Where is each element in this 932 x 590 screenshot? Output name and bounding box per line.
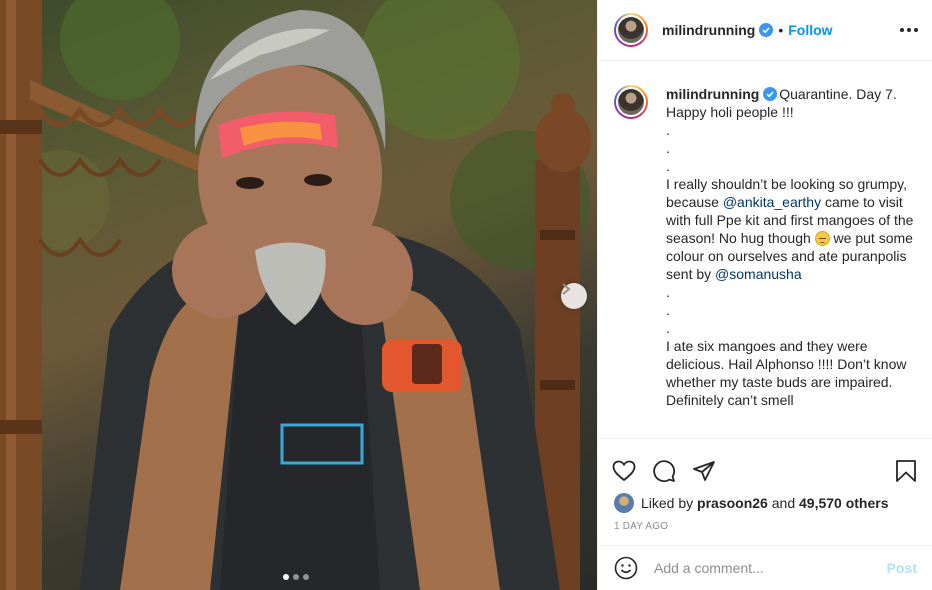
carousel-dot: [293, 574, 299, 580]
caption-author-avatar[interactable]: [614, 85, 648, 119]
mention-link[interactable]: @ankita_earthy: [723, 194, 821, 210]
post-actions-area: Liked by prasoon26 and 49,570 others 1 D…: [598, 438, 932, 539]
disappointed-face-emoji: [814, 231, 830, 246]
author-username[interactable]: milindrunning: [662, 22, 755, 38]
liked-by-prefix: Liked by: [641, 495, 694, 511]
post-details-panel: milindrunning • Follow milindrunning Qua…: [597, 0, 932, 590]
mention-link[interactable]: @somanusha: [715, 266, 802, 282]
caption-author-avatar-image: [618, 89, 644, 115]
author-avatar-image: [618, 17, 644, 43]
post-photo[interactable]: [0, 0, 597, 590]
bookmark-icon: [896, 460, 916, 482]
caption-row: milindrunning Quarantine. Day 7. Happy h…: [614, 85, 917, 409]
author-avatar[interactable]: [614, 13, 648, 47]
caption-username[interactable]: milindrunning: [666, 86, 759, 102]
comment-button[interactable]: [652, 459, 676, 483]
carousel-next-button[interactable]: [561, 283, 587, 309]
carousel-dot-active: [283, 574, 289, 580]
post-caption: milindrunning Quarantine. Day 7. Happy h…: [666, 85, 916, 409]
post-header: milindrunning • Follow: [598, 0, 932, 61]
save-button[interactable]: [895, 459, 917, 483]
header-separator: •: [778, 22, 784, 38]
like-button[interactable]: [612, 459, 636, 483]
likes-count[interactable]: 49,570 others: [799, 495, 889, 511]
follow-button[interactable]: Follow: [788, 22, 832, 38]
likes-summary: Liked by prasoon26 and 49,570 others: [598, 491, 932, 515]
comment-bubble-icon: [653, 460, 676, 483]
add-comment-bar: Post: [598, 545, 932, 590]
comments-section[interactable]: milindrunning Quarantine. Day 7. Happy h…: [598, 61, 932, 438]
comment-input[interactable]: [654, 560, 887, 576]
post-comment-button[interactable]: Post: [887, 560, 917, 576]
carousel-dot: [303, 574, 309, 580]
liked-by-mid: and: [767, 495, 799, 511]
paper-plane-icon: [693, 461, 715, 481]
chevron-right-icon: [562, 283, 571, 295]
caption-text-head: Quarantine. Day 7. Happy holi people !!!…: [666, 86, 907, 210]
photo-illustration: [0, 0, 591, 590]
post-timestamp[interactable]: 1 DAY AGO: [598, 515, 932, 539]
liker-avatar[interactable]: [614, 493, 634, 513]
more-options-icon[interactable]: [900, 22, 918, 38]
heart-icon: [612, 460, 636, 482]
action-bar: [598, 439, 932, 491]
share-button[interactable]: [692, 459, 716, 483]
carousel-indicator: [283, 574, 309, 580]
verified-badge-icon: [763, 87, 778, 101]
caption-text-tail: . . . I ate six mangoes and they were de…: [666, 284, 907, 408]
liked-by-user[interactable]: prasoon26: [697, 495, 768, 511]
verified-badge-icon: [759, 23, 774, 37]
smiley-icon[interactable]: [614, 556, 638, 580]
